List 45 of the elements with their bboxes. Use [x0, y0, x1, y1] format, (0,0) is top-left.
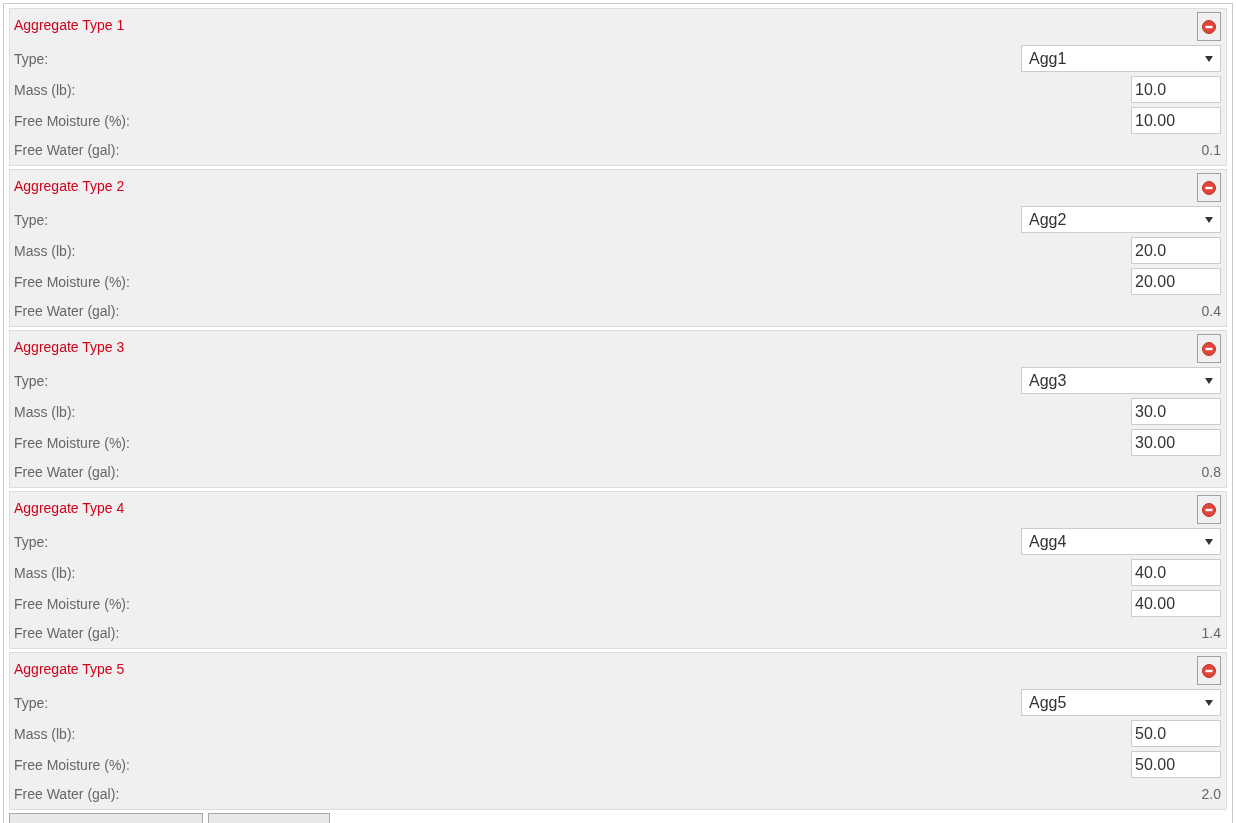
field-label: Type: [14, 211, 49, 228]
field-label: Free Moisture (%): [14, 756, 130, 773]
field-label: Free Moisture (%): [14, 273, 130, 290]
field-label: Type: [14, 372, 49, 389]
field-label: Free Water (gal): [14, 625, 120, 641]
field-label: Type: [14, 694, 49, 711]
field-label: Mass (lb): [14, 242, 76, 259]
section-title: Aggregate Type 5 [14, 661, 125, 677]
input-field[interactable]: 10.00 [1131, 107, 1221, 134]
field-label: Free Water (gal): [14, 303, 120, 319]
field-label: Free Moisture (%): [14, 595, 130, 612]
input-field[interactable]: 50.0 [1131, 720, 1221, 747]
field-label: Free Moisture (%): [14, 434, 130, 451]
computed-value: 2.0 [1201, 786, 1221, 802]
type-dropdown[interactable]: Agg3 [1021, 367, 1221, 394]
field-label: Type: [14, 50, 49, 67]
field-label: Mass (lb): [14, 403, 76, 420]
input-field[interactable]: 10.0 [1131, 76, 1221, 103]
input-field[interactable]: 40.0 [1131, 559, 1221, 586]
input-field[interactable]: 40.00 [1131, 590, 1221, 617]
computed-value: 0.4 [1201, 303, 1221, 319]
type-dropdown[interactable]: Agg4 [1021, 528, 1221, 555]
input-field[interactable]: 30.0 [1131, 398, 1221, 425]
type-dropdown[interactable]: Agg1 [1021, 45, 1221, 72]
field-label: Free Water (gal): [14, 142, 120, 158]
section-title: Aggregate Type 4 [14, 500, 125, 516]
input-field[interactable]: 30.00 [1131, 429, 1221, 456]
input-field[interactable]: 20.0 [1131, 237, 1221, 264]
type-dropdown[interactable]: Agg2 [1021, 206, 1221, 233]
field-label: Free Water (gal): [14, 464, 120, 480]
section-title: Aggregate Type 2 [14, 178, 125, 194]
field-label: Mass (lb): [14, 564, 76, 581]
field-label: Free Moisture (%): [14, 112, 130, 129]
computed-value: 0.1 [1201, 142, 1221, 158]
field-label: Type: [14, 533, 49, 550]
field-label: Free Water (gal): [14, 786, 120, 802]
type-dropdown[interactable]: Agg5 [1021, 689, 1221, 716]
computed-value: 1.4 [1201, 625, 1221, 641]
input-field[interactable]: 50.00 [1131, 751, 1221, 778]
field-label: Mass (lb): [14, 81, 76, 98]
computed-value: 0.8 [1201, 464, 1221, 480]
section-title: Aggregate Type 1 [14, 17, 125, 33]
section-title: Aggregate Type 3 [14, 339, 125, 355]
field-label: Mass (lb): [14, 725, 76, 742]
input-field[interactable]: 20.00 [1131, 268, 1221, 295]
